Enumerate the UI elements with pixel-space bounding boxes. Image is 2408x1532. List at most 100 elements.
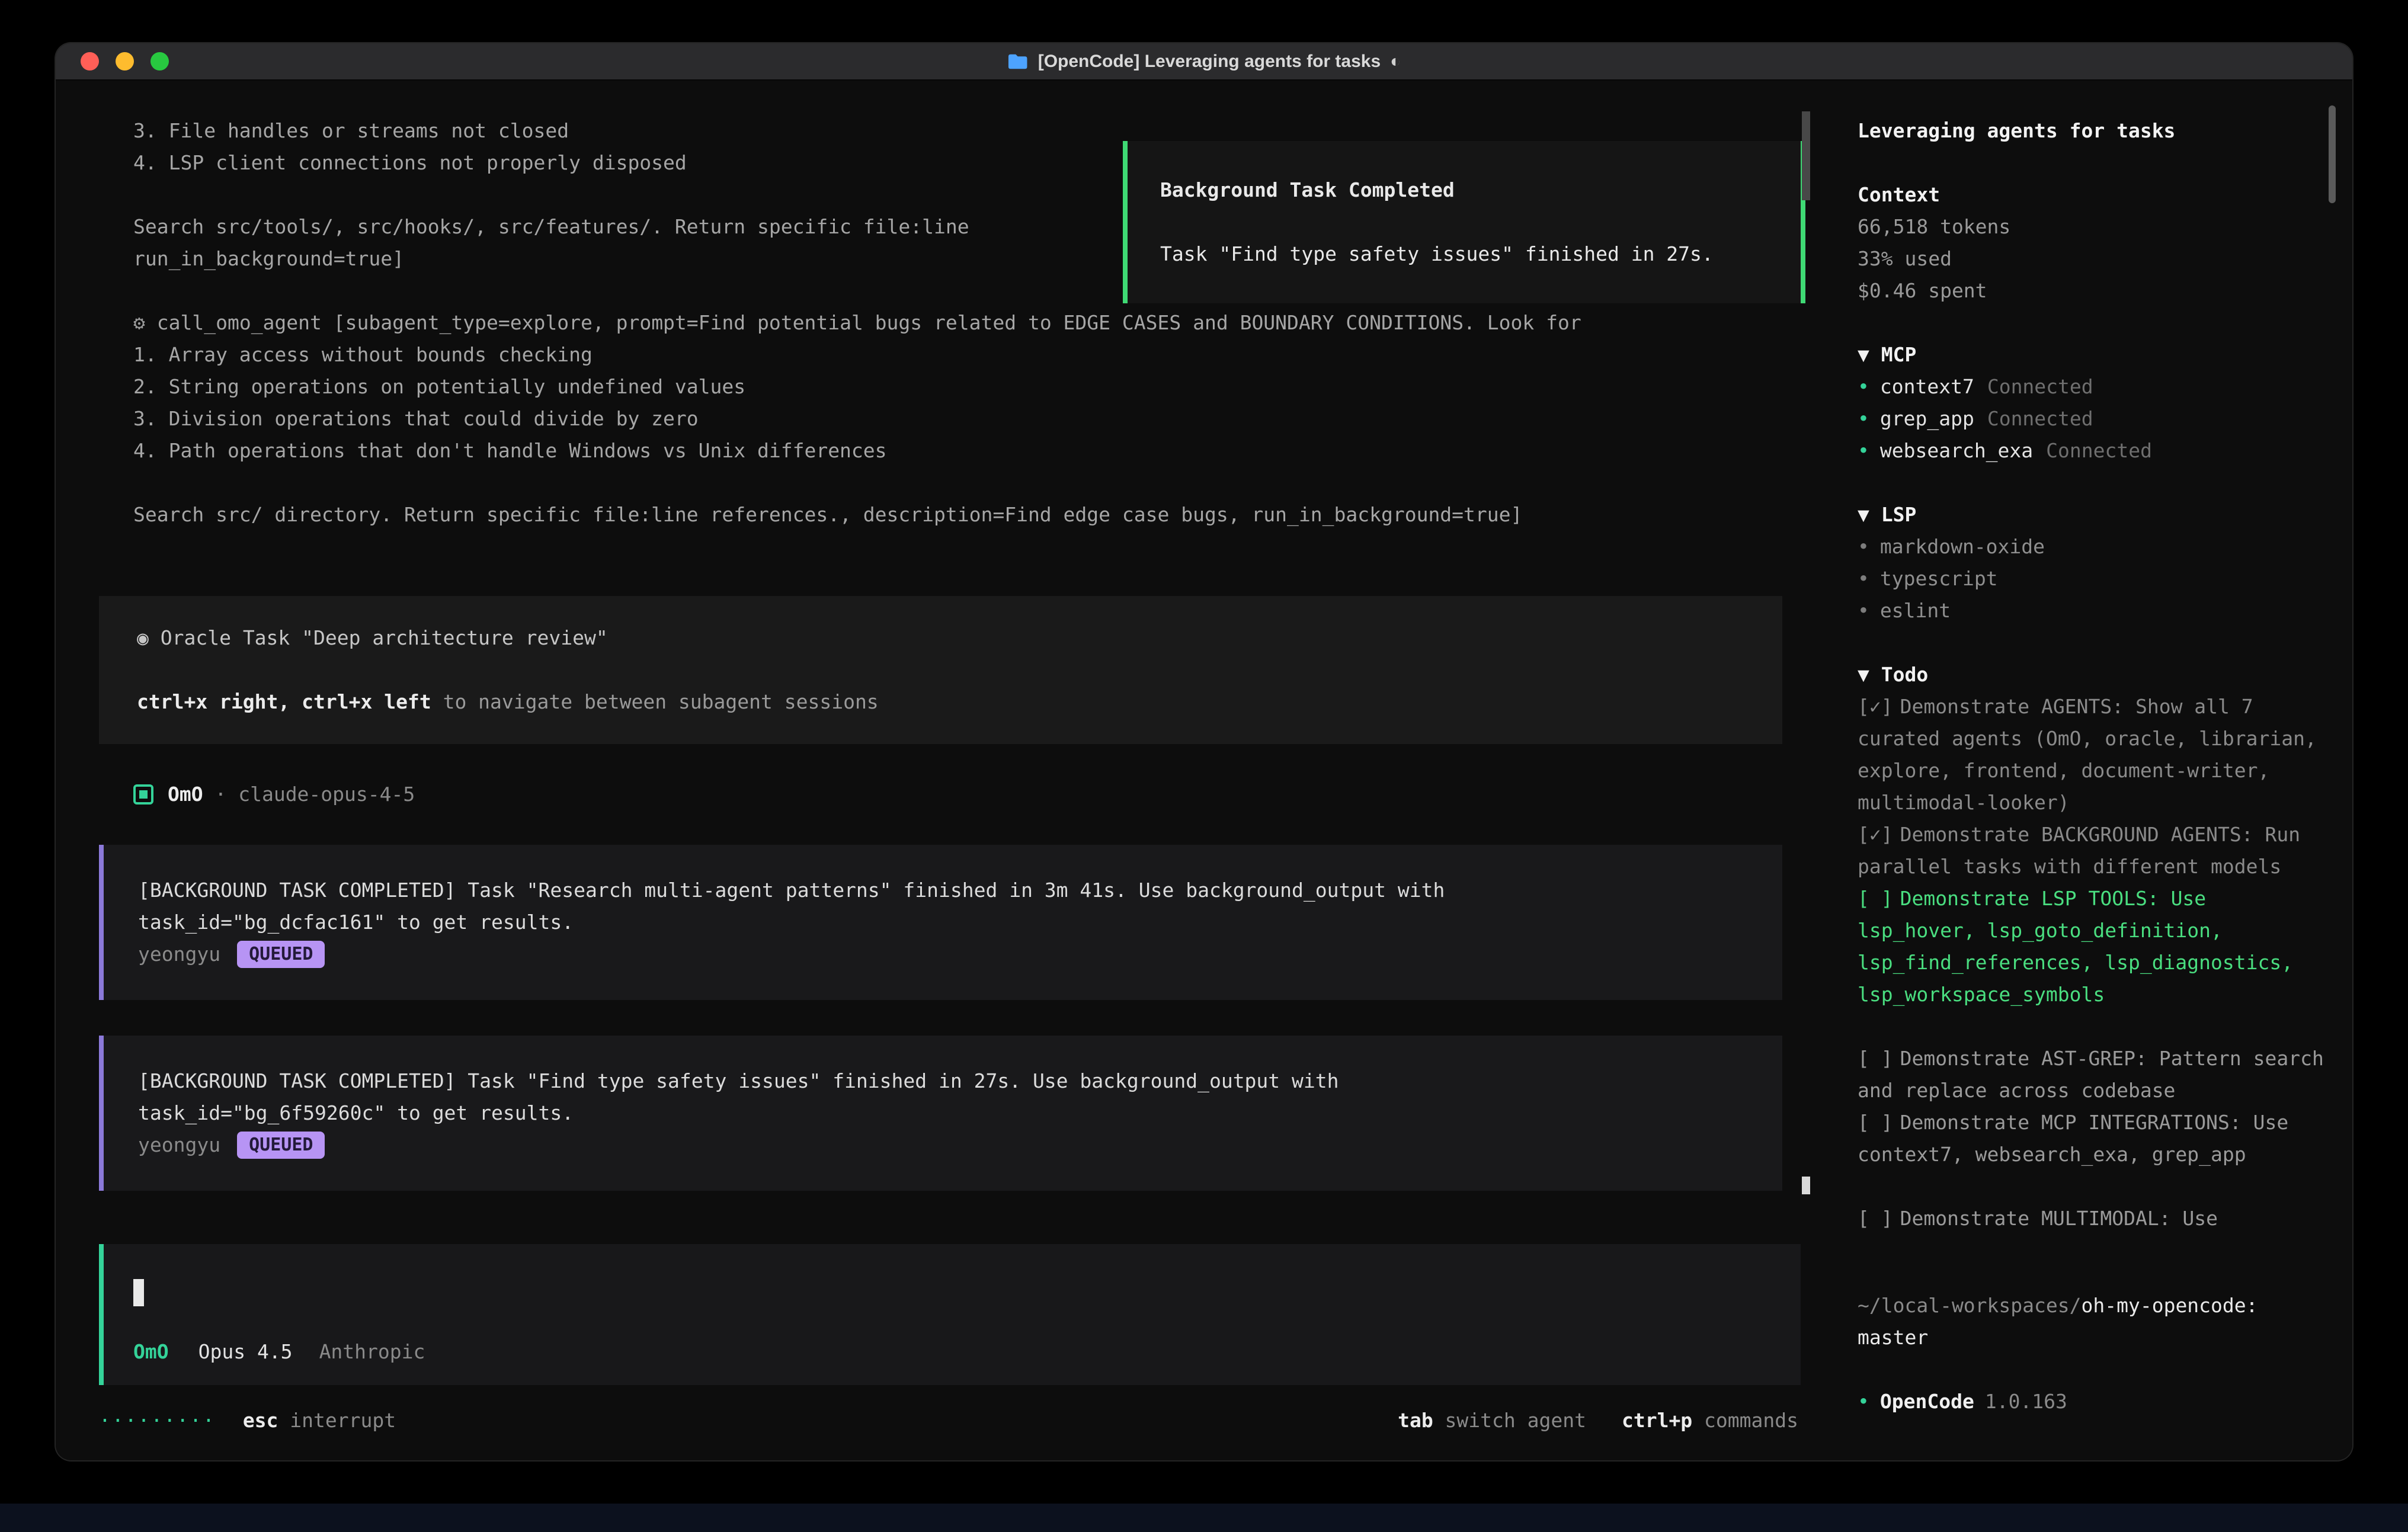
todo-item: [ ]Demonstrate LSP TOOLS: Use lsp_hover,… bbox=[1858, 883, 2326, 1011]
agent-header: OmO · claude-opus-4-5 bbox=[133, 778, 1782, 810]
gear-icon: ⚙ bbox=[133, 311, 145, 334]
input-agent-name: OmO bbox=[133, 1340, 169, 1363]
sidebar-scrollbar-thumb[interactable] bbox=[2329, 105, 2336, 203]
path-prefix: ~/local-workspaces/ bbox=[1858, 1294, 2082, 1317]
mcp-item: •websearch_exaConnected bbox=[1858, 435, 2326, 467]
tool-call-text: call_omo_agent [subagent_type=explore, p… bbox=[157, 311, 1581, 334]
lsp-name: typescript bbox=[1880, 567, 1998, 590]
message-meta: yeongyu QUEUED bbox=[138, 938, 1748, 970]
status-bar: ········· esc interrupt tab switch agent… bbox=[56, 1385, 1810, 1459]
message-text: [BACKGROUND TASK COMPLETED] Task "Find t… bbox=[138, 1065, 1748, 1097]
chat-transcript: 3. File handles or streams not closed 4.… bbox=[56, 81, 1810, 1214]
todo-text: Demonstrate AGENTS: Show all 7 curated a… bbox=[1858, 695, 2329, 814]
context-spent: $0.46 spent bbox=[1858, 275, 2326, 307]
todo-checkbox: [ ] bbox=[1858, 1111, 1893, 1134]
mcp-heading: ▼ MCP bbox=[1858, 339, 2326, 371]
tool-call-item: 1. Array access without bounds checking bbox=[133, 339, 1782, 371]
context-heading: Context bbox=[1858, 179, 2326, 211]
sidebar-title: Leveraging agents for tasks bbox=[1858, 115, 2326, 147]
text-cursor bbox=[133, 1279, 144, 1306]
minimize-button[interactable] bbox=[116, 52, 134, 70]
lsp-item: •eslint bbox=[1858, 595, 2326, 627]
branch-name: master bbox=[1858, 1322, 2326, 1354]
mcp-status: Connected bbox=[1987, 375, 2093, 398]
desktop: [OpenCode] Leveraging agents for tasks ◐… bbox=[0, 0, 2408, 1532]
agent-checkbox-icon bbox=[133, 784, 153, 805]
blank-line bbox=[1858, 1354, 2326, 1386]
bullet-icon: • bbox=[1858, 1390, 1869, 1413]
tool-call-header: ⚙ call_omo_agent [subagent_type=explore,… bbox=[133, 307, 1782, 339]
todo-item: [ ]Demonstrate AST-GREP: Pattern search … bbox=[1858, 1043, 2326, 1107]
titlebar: [OpenCode] Leveraging agents for tasks ◐ bbox=[56, 43, 2352, 81]
mcp-name: websearch_exa bbox=[1880, 439, 2033, 462]
app-version: 1.0.163 bbox=[1985, 1390, 2067, 1413]
blank-line bbox=[1858, 627, 2326, 659]
todo-item: [ ]Demonstrate MCP INTEGRATIONS: Use con… bbox=[1858, 1107, 2326, 1171]
chevron-down-icon: ▼ bbox=[1858, 343, 1881, 366]
switch-agent-label: switch agent bbox=[1433, 1409, 1586, 1432]
tool-call-item: 4. Path operations that don't handle Win… bbox=[133, 435, 1782, 467]
prompt-input[interactable]: OmO Opus 4.5 Anthropic bbox=[99, 1244, 1801, 1385]
context-used: 33% used bbox=[1858, 243, 2326, 275]
blank-line bbox=[133, 467, 1782, 499]
hint-label: to navigate between subagent sessions bbox=[431, 690, 879, 713]
message-author: yeongyu bbox=[138, 938, 220, 970]
todo-item: [✓]Demonstrate BACKGROUND AGENTS: Run pa… bbox=[1858, 819, 2326, 883]
app-name: OpenCode bbox=[1880, 1390, 1974, 1413]
esc-key-hint: esc bbox=[243, 1409, 278, 1432]
opencode-version: • OpenCode 1.0.163 bbox=[1858, 1386, 2326, 1418]
mcp-name: context7 bbox=[1880, 375, 1974, 398]
mcp-item: • grep_app Connected bbox=[1858, 403, 2326, 435]
mcp-status: Connected bbox=[2046, 439, 2152, 462]
hint-keys: ctrl+x right, ctrl+x left bbox=[137, 690, 431, 713]
toast-body: Task "Find type safety issues" finished … bbox=[1160, 238, 1768, 270]
oracle-task-panel: ◉ Oracle Task "Deep architecture review"… bbox=[99, 596, 1782, 744]
bottom-strip bbox=[0, 1504, 2408, 1532]
mcp-name: grep_app bbox=[1880, 407, 1974, 430]
message-text: task_id="bg_dcfac161" to get results. bbox=[138, 906, 1748, 938]
path-name: oh-my-opencode: bbox=[2082, 1294, 2258, 1317]
lsp-heading: ▼ LSP bbox=[1858, 499, 2326, 531]
window-title-area: [OpenCode] Leveraging agents for tasks ◐ bbox=[1007, 52, 1401, 72]
todo-item: [ ]Demonstrate MULTIMODAL: Use bbox=[1858, 1203, 2326, 1235]
input-model-row: OmO Opus 4.5 Anthropic bbox=[133, 1335, 1771, 1367]
todo-text: Demonstrate BACKGROUND AGENTS: Run paral… bbox=[1858, 823, 2312, 878]
lsp-heading-label: LSP bbox=[1881, 503, 1917, 526]
background-task-toast[interactable]: Background Task Completed Task "Find typ… bbox=[1123, 141, 1805, 303]
tool-call-text bbox=[145, 311, 157, 334]
folder-icon bbox=[1007, 53, 1029, 70]
context-tokens: 66,518 tokens bbox=[1858, 211, 2326, 243]
message-text: task_id="bg_6f59260c" to get results. bbox=[138, 1097, 1748, 1129]
blank-line bbox=[137, 654, 1744, 686]
bullet-icon: • bbox=[1858, 407, 1869, 430]
main-scrollbar-thumb[interactable] bbox=[1802, 111, 1810, 200]
oracle-title-line: ◉ Oracle Task "Deep architecture review" bbox=[137, 622, 1744, 654]
todo-text: Demonstrate AST-GREP: Pattern search and… bbox=[1858, 1047, 2336, 1102]
message-meta: yeongyu QUEUED bbox=[138, 1129, 1748, 1161]
close-button[interactable] bbox=[81, 52, 99, 70]
zoom-button[interactable] bbox=[150, 52, 169, 70]
todo-text: Demonstrate LSP TOOLS: Use lsp_hover, ls… bbox=[1858, 887, 2317, 1006]
input-provider-name: Anthropic bbox=[319, 1340, 425, 1363]
todo-checkbox: [ ] bbox=[1858, 887, 1893, 910]
lsp-item: • typescript bbox=[1858, 563, 2326, 595]
todo-checkbox: [ ] bbox=[1858, 1207, 1893, 1230]
bullet-icon: • bbox=[1858, 599, 1869, 622]
chevron-down-icon: ▼ bbox=[1858, 503, 1881, 526]
mcp-item: •context7Connected bbox=[1858, 371, 2326, 403]
main-scrollbar-marker[interactable] bbox=[1802, 1177, 1810, 1194]
todo-checkbox: [✓] bbox=[1858, 823, 1893, 846]
traffic-lights bbox=[56, 52, 169, 70]
input-line[interactable] bbox=[133, 1277, 1771, 1309]
queued-badge: QUEUED bbox=[237, 941, 325, 968]
agent-name: OmO bbox=[168, 778, 203, 810]
mcp-status: Connected bbox=[1987, 407, 2093, 430]
toast-title: Background Task Completed bbox=[1160, 174, 1768, 206]
tool-call-item: 3. Division operations that could divide… bbox=[133, 403, 1782, 435]
message-card: [BACKGROUND TASK COMPLETED] Task "Find t… bbox=[99, 1036, 1782, 1191]
input-model-name: Opus 4.5 bbox=[198, 1340, 293, 1363]
queued-badge: QUEUED bbox=[237, 1132, 325, 1159]
bullet-icon: • bbox=[1858, 567, 1869, 590]
keyboard-hints: tab switch agent ctrl+p commands bbox=[1398, 1409, 1798, 1432]
todo-checkbox: [✓] bbox=[1858, 695, 1893, 718]
